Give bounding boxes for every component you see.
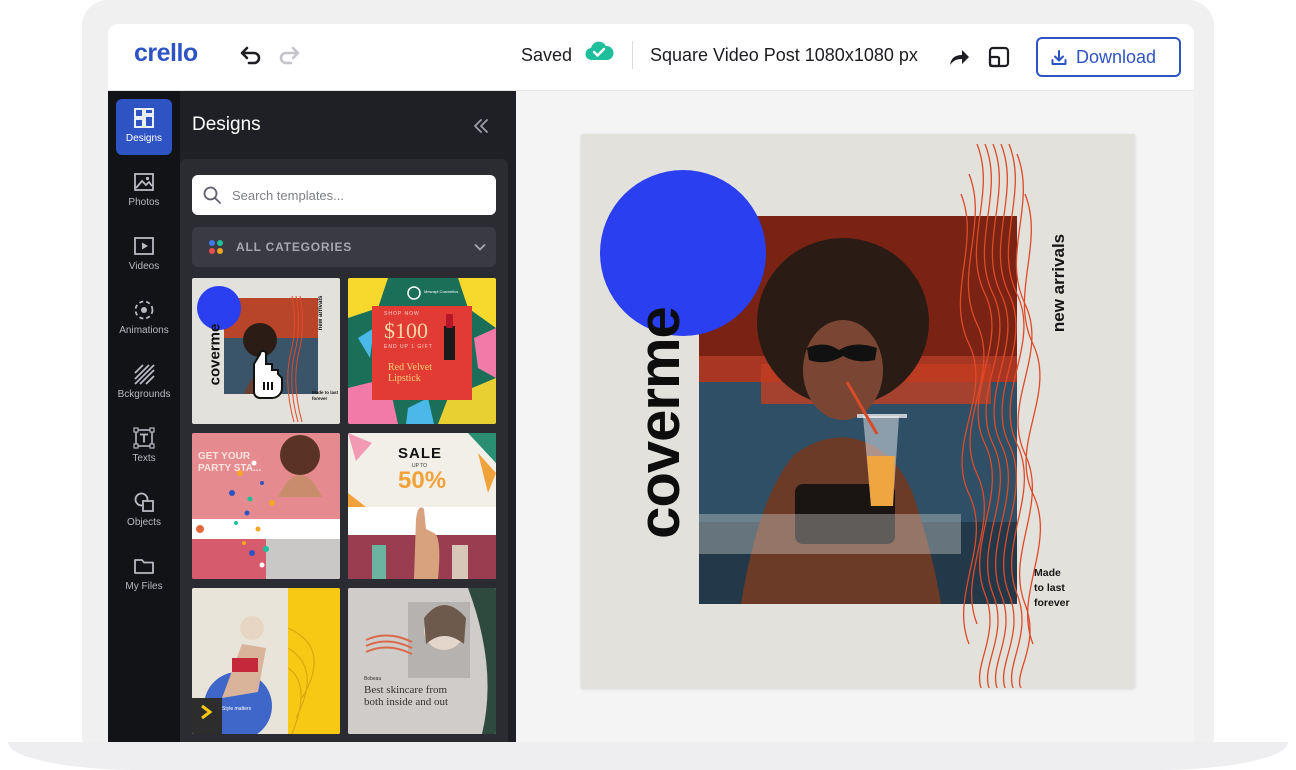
designs-panel: Designs ALL CATEGORIES (180, 91, 516, 742)
thumb-text: Best skincare from both inside and out (364, 684, 449, 708)
categories-dots-icon (209, 240, 223, 254)
thumb-text: GET YOUR PARTY STA... (198, 451, 262, 474)
search-icon (203, 186, 221, 204)
artboard-footer[interactable]: Made to last forever (1034, 566, 1070, 611)
thumb-value: 50% (398, 467, 447, 494)
app-logo[interactable]: crello (134, 39, 198, 68)
rail-label: My Files (125, 581, 163, 592)
thumb-title: Red Velvet Lipstick (388, 362, 432, 384)
thumb-brand: Bobeau (364, 676, 382, 682)
play-icon (134, 237, 154, 255)
templates-list: ALL CATEGORIES (180, 159, 508, 742)
animation-icon (134, 300, 154, 320)
thumb-brand: coverme (206, 323, 224, 386)
canvas-area: coverme new arrivals Made to last foreve… (516, 91, 1194, 742)
rail-item-backgrounds[interactable]: Bckgrounds (116, 355, 172, 411)
left-rail: Designs Photos Videos Animations Bckgrou… (108, 91, 180, 742)
template-thumb-skincare[interactable]: Bobeau Best skincare from both inside an… (348, 588, 496, 734)
rail-item-photos[interactable]: Photos (116, 163, 172, 219)
redo-icon[interactable] (276, 42, 304, 70)
toolbar-divider (632, 41, 633, 69)
thumb-brand: Mesrapt Cosmetics (424, 289, 459, 294)
categories-dropdown[interactable]: ALL CATEGORIES (192, 227, 496, 267)
thumb-price: $100 (384, 318, 428, 343)
undo-icon[interactable] (236, 42, 264, 70)
thumb-sub: END UP 1 GIFT (384, 344, 433, 350)
rail-label: Texts (132, 453, 156, 464)
rail-item-objects[interactable]: Objects (116, 483, 172, 539)
cloud-check-icon (585, 41, 614, 61)
save-status: Saved (521, 45, 573, 65)
chevron-down-icon (474, 244, 486, 251)
rail-label: Designs (125, 133, 163, 144)
panel-title: Designs (192, 114, 261, 135)
thumb-text: SALE (398, 445, 443, 462)
image-icon (134, 173, 154, 191)
rail-item-texts[interactable]: Texts (116, 419, 172, 475)
template-thumb-sale[interactable]: SALE UP TO 50% (348, 433, 496, 579)
designs-grid-icon (134, 108, 154, 128)
search-input[interactable] (192, 175, 496, 215)
template-thumb-coverme[interactable]: coverme new arrivals Made to last foreve… (192, 278, 340, 424)
laptop-base (8, 742, 1288, 770)
app-screen: crello Saved Square Video Post 1080x1080… (108, 24, 1194, 742)
download-label: Download (1076, 46, 1157, 67)
template-preview (192, 588, 340, 734)
resize-icon[interactable] (986, 44, 1012, 70)
thumb-footer: Made to last forever (312, 390, 339, 401)
stripes-icon (134, 364, 155, 385)
template-thumb-party[interactable]: GET YOUR PARTY STA... (192, 433, 340, 579)
collapse-panel-icon[interactable] (470, 115, 492, 137)
rail-label: Videos (128, 261, 160, 272)
rail-item-videos[interactable]: Videos (116, 227, 172, 283)
thumb-text: Style matters (222, 706, 252, 712)
template-preview (348, 278, 496, 424)
rail-label: Photos (128, 197, 160, 208)
rail-item-designs[interactable]: Designs (116, 99, 172, 155)
top-bar: crello Saved Square Video Post 1080x1080… (108, 24, 1194, 91)
template-thumb-style[interactable]: Style matters (192, 588, 340, 734)
thumb-tagline: new arrivals (318, 295, 324, 331)
template-preview (348, 588, 496, 734)
rail-item-my-files[interactable]: My Files (116, 547, 172, 603)
artboard-tagline[interactable]: new arrivals (1049, 223, 1069, 343)
rail-label: Animations (119, 325, 169, 336)
artboard-brand-text[interactable]: coverme (627, 273, 692, 573)
download-button[interactable]: Download (1036, 37, 1181, 77)
download-icon (1051, 50, 1067, 65)
shapes-icon (134, 492, 154, 512)
artboard[interactable]: coverme new arrivals Made to last foreve… (581, 134, 1135, 688)
rail-item-animations[interactable]: Animations (116, 291, 172, 347)
portrait-face (803, 320, 883, 420)
rail-label: Objects (127, 517, 161, 528)
folder-icon (134, 559, 154, 574)
share-arrow-icon[interactable] (946, 44, 972, 70)
rail-label: Bckgrounds (117, 389, 171, 400)
document-title[interactable]: Square Video Post 1080x1080 px (650, 45, 918, 66)
categories-label: ALL CATEGORIES (236, 240, 353, 254)
text-icon (133, 427, 155, 449)
thumb-top: SHOP NOW (384, 311, 420, 317)
template-thumb-lipstick[interactable]: Mesrapt Cosmetics SHOP NOW $100 END UP 1… (348, 278, 496, 424)
